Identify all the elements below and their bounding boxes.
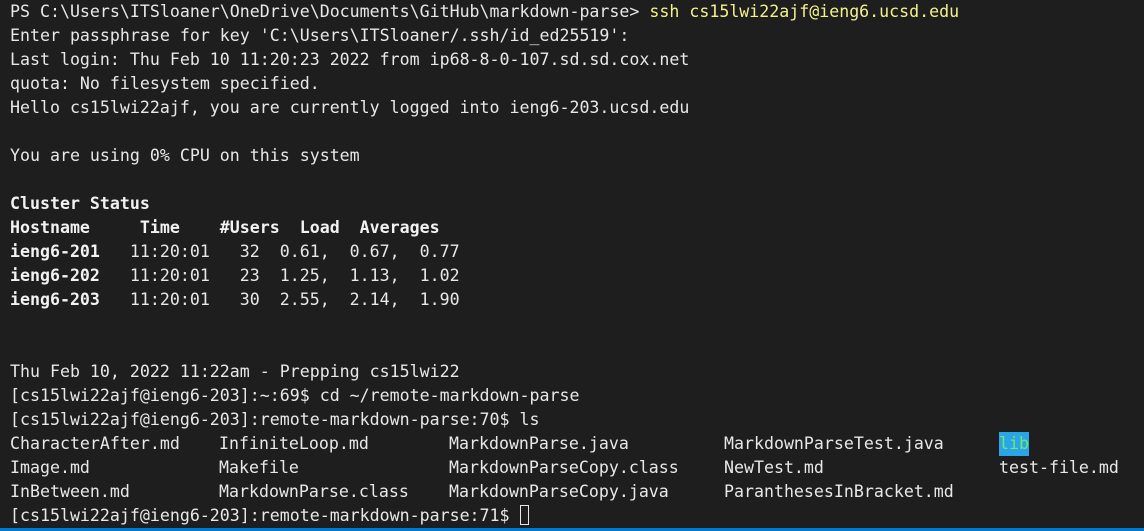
quota-line: quota: No filesystem specified.: [10, 74, 320, 93]
terminal-window[interactable]: PS C:\Users\ITSloaner\OneDrive\Documents…: [0, 0, 1144, 528]
cluster-hostname: ieng6-202: [10, 266, 100, 285]
ls-command-line: [cs15lwi22ajf@ieng6-203]:remote-markdown…: [10, 410, 540, 429]
file-entry: test-file.md: [999, 458, 1119, 477]
ssh-command: ssh cs15lwi22ajf@ieng6.ucsd.edu: [649, 2, 960, 21]
cluster-row: ieng6-202 11:20:01 23 1.25, 1.13, 1.02: [10, 264, 1144, 288]
cluster-status-title: Cluster Status: [10, 194, 150, 213]
cluster-stats: 11:20:01 23 1.25, 1.13, 1.02: [99, 266, 460, 285]
cd-command-line: [cs15lwi22ajf@ieng6-203]:~:69$ cd ~/remo…: [10, 386, 580, 405]
cluster-status-header: Hostname Time #Users Load Averages: [10, 218, 440, 237]
hello-line: Hello cs15lwi22ajf, you are currently lo…: [10, 98, 690, 117]
cluster-stats: 11:20:01 32 0.61, 0.67, 0.77: [99, 242, 460, 261]
file-entry: Image.md: [10, 458, 90, 477]
final-prompt-line[interactable]: [cs15lwi22ajf@ieng6-203]:remote-markdown…: [10, 504, 1144, 528]
file-entry: InBetween.md: [10, 482, 130, 501]
ls-output-row: InBetween.md MarkdownParse.class Markdow…: [10, 480, 1144, 504]
cluster-row: ieng6-203 11:20:01 30 2.55, 2.14, 1.90: [10, 288, 1144, 312]
ls-output-row: Image.md Makefile MarkdownParseCopy.clas…: [10, 456, 1144, 480]
text-cursor[interactable]: [519, 505, 529, 525]
file-entry: MarkdownParseCopy.java: [449, 482, 669, 501]
directory-entry-lib: lib: [999, 432, 1029, 456]
cluster-row: ieng6-201 11:20:01 32 0.61, 0.67, 0.77: [10, 240, 1144, 264]
file-entry: MarkdownParseTest.java: [724, 434, 944, 453]
cluster-hostname: ieng6-201: [10, 242, 100, 261]
ls-output-row: CharacterAfter.md InfiniteLoop.md Markdo…: [10, 432, 1144, 456]
file-entry: MarkdownParseCopy.class: [449, 458, 679, 477]
prepping-line: Thu Feb 10, 2022 11:22am - Prepping cs15…: [10, 362, 460, 381]
ps-prompt: PS C:\Users\ITSloaner\OneDrive\Documents…: [10, 2, 650, 21]
final-prompt: [cs15lwi22ajf@ieng6-203]:remote-markdown…: [10, 506, 520, 525]
cluster-stats: 11:20:01 30 2.55, 2.14, 1.90: [99, 290, 460, 309]
file-entry: CharacterAfter.md: [10, 434, 180, 453]
ps-prompt-line: PS C:\Users\ITSloaner\OneDrive\Documents…: [10, 0, 1144, 24]
cluster-hostname: ieng6-203: [10, 290, 100, 309]
file-entry: Makefile: [219, 458, 299, 477]
file-entry: InfiniteLoop.md: [219, 434, 369, 453]
last-login-line: Last login: Thu Feb 10 11:20:23 2022 fro…: [10, 50, 690, 69]
file-entry: NewTest.md: [724, 458, 824, 477]
file-entry: MarkdownParse.class: [219, 482, 409, 501]
passphrase-line: Enter passphrase for key 'C:\Users\ITSlo…: [10, 26, 630, 45]
file-entry: MarkdownParse.java: [449, 434, 629, 453]
file-entry: ParanthesesInBracket.md: [724, 482, 954, 501]
cpu-line: You are using 0% CPU on this system: [10, 146, 360, 165]
